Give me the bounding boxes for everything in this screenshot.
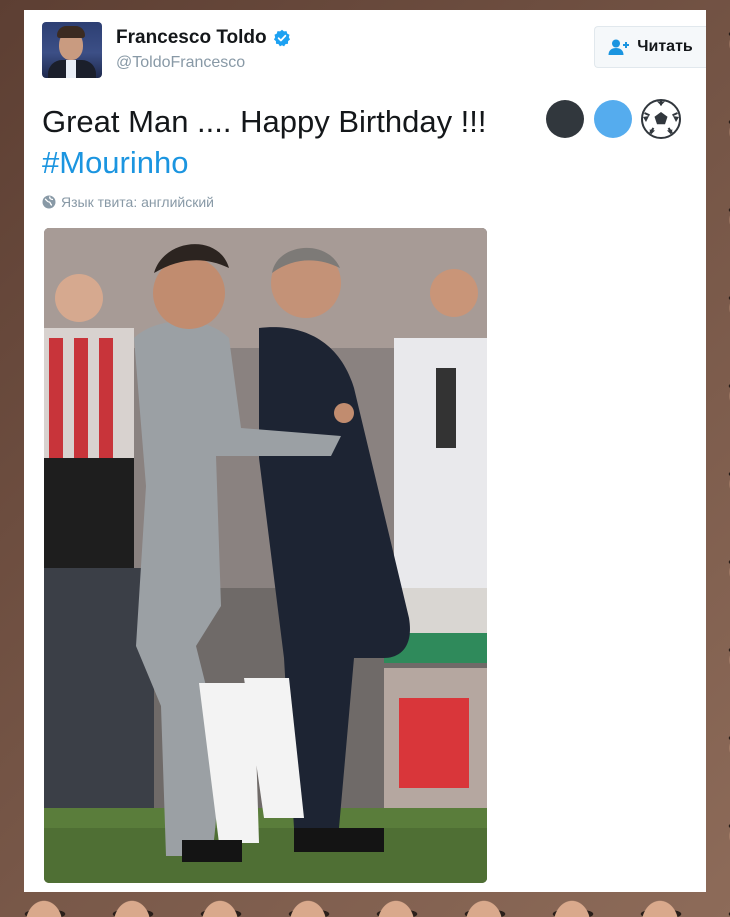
photo-illustration — [44, 228, 487, 883]
tweet-photo[interactable] — [44, 228, 487, 883]
soccer-ball-icon — [641, 99, 681, 139]
follow-button[interactable]: Читать — [594, 26, 706, 68]
author-row: Francesco Toldo — [116, 27, 291, 49]
follow-label: Читать — [637, 38, 693, 55]
verified-badge-icon — [273, 29, 290, 47]
person-plus-icon — [608, 39, 630, 55]
tweet-card: Francesco Toldo @ToldoFrancesco Читать G… — [24, 10, 706, 892]
author-name[interactable]: Francesco Toldo — [116, 27, 267, 49]
avatar[interactable] — [42, 22, 102, 78]
tweet-text: Great Man .... Happy Birthday !!! — [42, 104, 487, 139]
tweet-language: Язык твита: английский — [42, 194, 214, 210]
hashtag-link[interactable]: #Mourinho — [42, 143, 188, 183]
emoji-row — [544, 98, 682, 140]
blue-circle-icon — [594, 100, 632, 138]
globe-icon — [42, 195, 56, 209]
author-handle[interactable]: @ToldoFrancesco — [116, 54, 245, 72]
black-circle-icon — [546, 100, 584, 138]
language-label: Язык твита: английский — [61, 194, 214, 210]
